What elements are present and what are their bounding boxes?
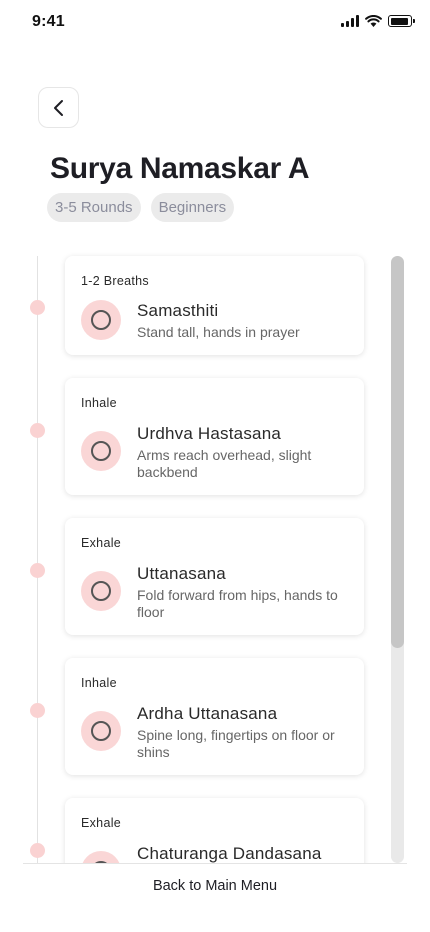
cellular-signal-icon (341, 15, 359, 27)
status-time: 9:41 (32, 13, 65, 30)
step-name: Uttanasana (137, 564, 226, 583)
step-card[interactable]: Inhale Ardha Uttanasana Spine long, fing… (65, 658, 364, 775)
circle-icon (91, 721, 111, 741)
step-checkbox[interactable] (81, 711, 121, 751)
footer: Back to Main Menu (23, 863, 407, 909)
step-card[interactable]: Exhale Chaturanga Dandasana (65, 798, 364, 863)
step-phase: Exhale (81, 536, 122, 550)
battery-icon (388, 15, 415, 27)
step-phase: Inhale (81, 396, 117, 410)
status-bar: 9:41 (0, 0, 430, 44)
battery-level (390, 17, 408, 25)
step-phase: Exhale (81, 816, 122, 830)
step-description: Stand tall, hands in prayer (137, 324, 300, 340)
step-name: Chaturanga Dandasana (137, 844, 322, 863)
step-name: Urdhva Hastasana (137, 424, 281, 443)
page-title: Surya Namaskar A (50, 152, 310, 185)
step-checkbox[interactable] (81, 571, 121, 611)
chevron-left-icon (53, 99, 63, 116)
step-list[interactable]: 1-2 Breaths Samasthiti Stand tall, hands… (0, 250, 430, 863)
rounds-chip: 3-5 Rounds (47, 193, 141, 222)
circle-icon (91, 581, 111, 601)
back-to-main-menu-button[interactable]: Back to Main Menu (153, 878, 277, 909)
step-checkbox[interactable] (81, 431, 121, 471)
wifi-icon (365, 15, 382, 27)
tag-chips: 3-5 Rounds Beginners (47, 193, 235, 222)
scrollbar[interactable] (391, 256, 404, 863)
step-card[interactable]: Inhale Urdhva Hastasana Arms reach overh… (65, 378, 364, 495)
status-icons (341, 15, 415, 27)
step-description: Arms reach overhead, slight backbend (137, 447, 312, 480)
step-phase: Inhale (81, 676, 117, 690)
step-name: Samasthiti (137, 301, 219, 320)
step-card[interactable]: Exhale Uttanasana Fold forward from hips… (65, 518, 364, 635)
step-phase: 1-2 Breaths (81, 274, 149, 288)
scrollbar-thumb[interactable] (391, 256, 404, 648)
back-button[interactable] (38, 87, 79, 128)
step-description: Fold forward from hips, hands to floor (137, 587, 338, 620)
level-chip: Beginners (150, 193, 235, 222)
step-description: Spine long, fingertips on floor or shins (137, 727, 335, 760)
step-card[interactable]: 1-2 Breaths Samasthiti Stand tall, hands… (65, 256, 364, 355)
step-checkbox[interactable] (81, 851, 121, 863)
circle-icon (91, 310, 111, 330)
circle-icon (91, 441, 111, 461)
step-checkbox[interactable] (81, 300, 121, 340)
step-name: Ardha Uttanasana (137, 704, 278, 723)
